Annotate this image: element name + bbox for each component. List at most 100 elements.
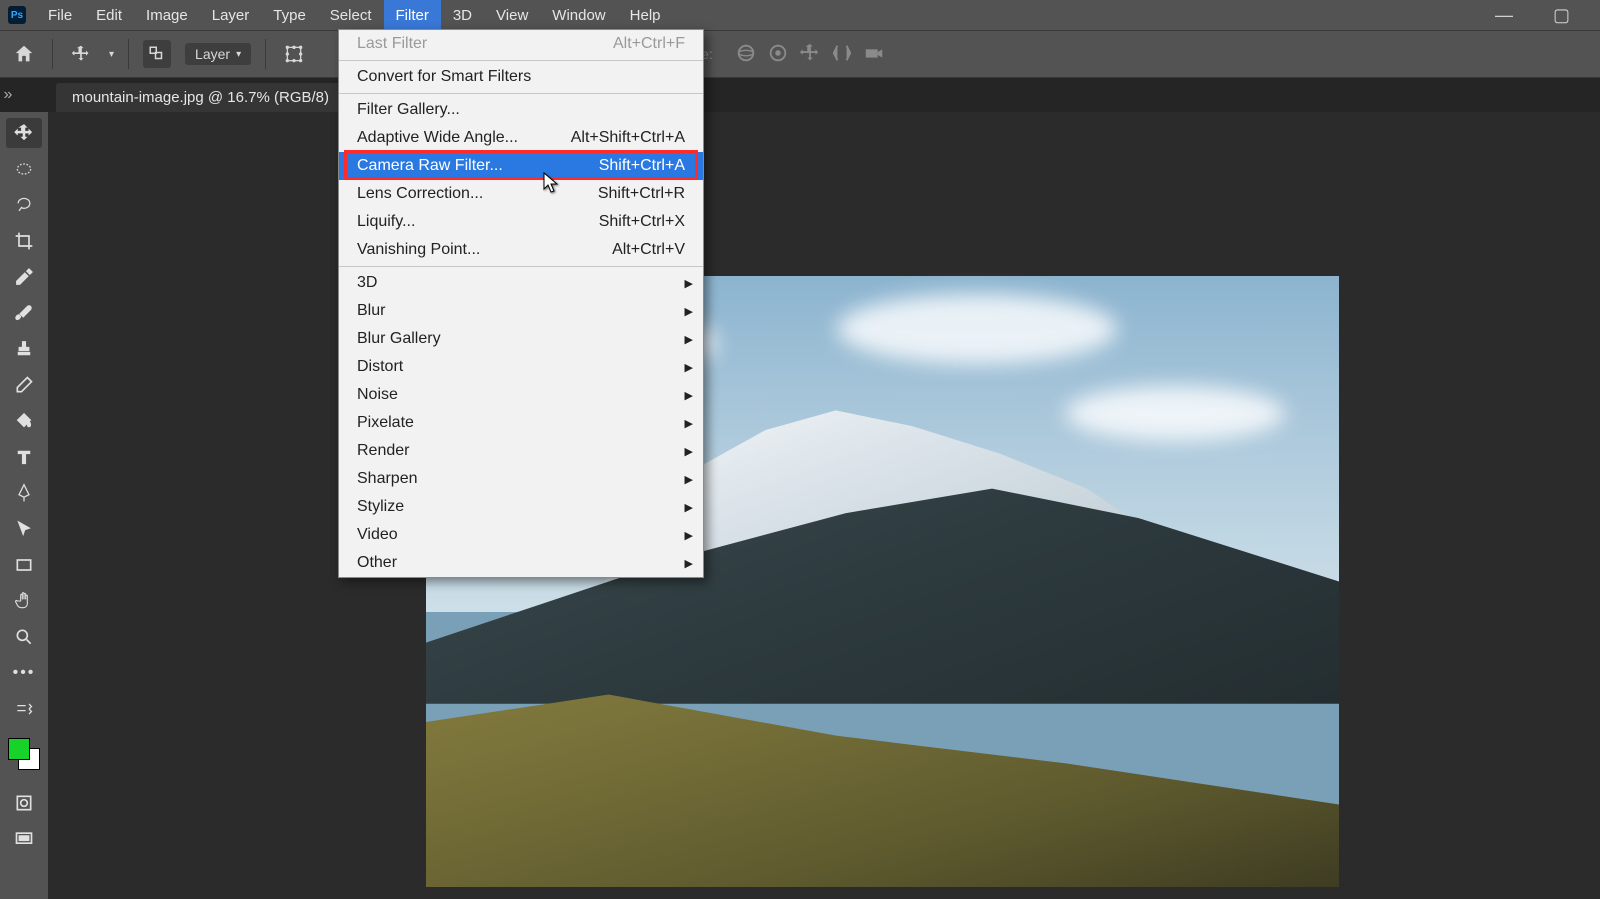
menu-item-label: Filter Gallery... bbox=[357, 101, 460, 119]
menu-file[interactable]: File bbox=[36, 0, 84, 30]
home-button[interactable] bbox=[10, 40, 38, 68]
menu-item-shortcut: Alt+Ctrl+F bbox=[613, 35, 685, 53]
zoom-tool[interactable] bbox=[6, 622, 42, 652]
transform-controls-icon[interactable] bbox=[280, 40, 308, 68]
quick-mask-icon[interactable] bbox=[6, 788, 42, 818]
canvas-area[interactable] bbox=[48, 112, 1600, 899]
menu-select[interactable]: Select bbox=[318, 0, 384, 30]
path-select-tool[interactable] bbox=[6, 514, 42, 544]
menu-image[interactable]: Image bbox=[134, 0, 200, 30]
menu-item-render[interactable]: Render▶ bbox=[339, 437, 703, 465]
menu-type[interactable]: Type bbox=[261, 0, 318, 30]
orbit-3d-icon[interactable] bbox=[735, 42, 757, 67]
more-tools[interactable]: ••• bbox=[6, 658, 42, 688]
eyedropper-tool[interactable] bbox=[6, 262, 42, 292]
submenu-arrow-icon: ▶ bbox=[685, 305, 693, 318]
menu-item-shortcut: Shift+Ctrl+X bbox=[599, 213, 685, 231]
menu-item-label: Blur bbox=[357, 302, 385, 320]
submenu-arrow-icon: ▶ bbox=[685, 389, 693, 402]
move-tool-icon[interactable] bbox=[67, 40, 95, 68]
menu-item-liquify[interactable]: Liquify... Shift+Ctrl+X bbox=[339, 208, 703, 236]
screen-mode-icon[interactable] bbox=[6, 824, 42, 854]
hand-tool[interactable] bbox=[6, 586, 42, 616]
menu-item-stylize[interactable]: Stylize ▶ bbox=[339, 493, 703, 521]
slide-3d-icon[interactable] bbox=[831, 42, 853, 67]
menu-help[interactable]: Help bbox=[618, 0, 673, 30]
menu-item-label: Convert for Smart Filters bbox=[357, 68, 531, 86]
menu-item-pixelate[interactable]: Pixelate ▶ bbox=[339, 409, 703, 437]
camera-3d-icon[interactable] bbox=[863, 42, 885, 67]
roll-3d-icon[interactable] bbox=[767, 42, 789, 67]
menu-item-camera-raw-filter[interactable]: Camera Raw Filter...Shift+Ctrl+A bbox=[339, 152, 703, 180]
menu-filter[interactable]: Filter bbox=[384, 0, 441, 30]
stamp-tool[interactable] bbox=[6, 334, 42, 364]
menu-item-label: Adaptive Wide Angle... bbox=[357, 129, 518, 147]
menu-layer[interactable]: Layer bbox=[200, 0, 262, 30]
menu-item-blur-gallery[interactable]: Blur Gallery▶ bbox=[339, 325, 703, 353]
move-tool[interactable] bbox=[6, 118, 42, 148]
menu-item-adaptive-wide-angle[interactable]: Adaptive Wide Angle...Alt+Shift+Ctrl+A bbox=[339, 124, 703, 152]
tools-panel: ••• bbox=[0, 112, 48, 899]
document-tab-bar: » mountain-image.jpg @ 16.7% (RGB/8) bbox=[0, 78, 1600, 112]
eraser-tool[interactable] bbox=[6, 370, 42, 400]
menu-edit[interactable]: Edit bbox=[84, 0, 134, 30]
menu-item-label: 3D bbox=[357, 274, 377, 292]
menu-item-label: Stylize bbox=[357, 498, 404, 516]
menu-item-label: Blur Gallery bbox=[357, 330, 441, 348]
menu-item-video[interactable]: Video ▶ bbox=[339, 521, 703, 549]
menu-item-convert-for-smart-filters[interactable]: Convert for Smart Filters bbox=[339, 63, 703, 91]
submenu-arrow-icon: ▶ bbox=[685, 417, 693, 430]
app-logo: Ps bbox=[8, 6, 26, 24]
menu-item-lens-correction[interactable]: Lens Correction... Shift+Ctrl+R bbox=[339, 180, 703, 208]
menu-item-filter-gallery[interactable]: Filter Gallery... bbox=[339, 96, 703, 124]
menu-item-3d[interactable]: 3D▶ bbox=[339, 269, 703, 297]
submenu-arrow-icon: ▶ bbox=[685, 557, 693, 570]
submenu-arrow-icon: ▶ bbox=[685, 473, 693, 486]
menu-item-label: Liquify... bbox=[357, 213, 415, 231]
menu-item-distort[interactable]: Distort▶ bbox=[339, 353, 703, 381]
auto-select-icon[interactable] bbox=[143, 40, 171, 68]
menu-window[interactable]: Window bbox=[540, 0, 617, 30]
menu-item-last-filter[interactable]: Last FilterAlt+Ctrl+F bbox=[339, 30, 703, 58]
submenu-arrow-icon: ▶ bbox=[685, 361, 693, 374]
paint-bucket-tool[interactable] bbox=[6, 406, 42, 436]
color-swatches[interactable] bbox=[6, 736, 42, 772]
crop-tool[interactable] bbox=[6, 226, 42, 256]
brush-tool[interactable] bbox=[6, 298, 42, 328]
menu-item-noise[interactable]: Noise ▶ bbox=[339, 381, 703, 409]
edit-toolbar[interactable] bbox=[6, 694, 42, 724]
menu-item-label: Lens Correction... bbox=[357, 185, 483, 203]
filter-menu-dropdown: Last FilterAlt+Ctrl+F Convert for Smart F… bbox=[338, 29, 704, 578]
menu-bar: Ps File Edit Image Layer Type Select Fil… bbox=[0, 0, 1600, 30]
window-maximize-icon[interactable]: ▢ bbox=[1553, 5, 1570, 26]
menu-3d[interactable]: 3D bbox=[441, 0, 484, 30]
menu-item-shortcut: Shift+Ctrl+R bbox=[598, 185, 685, 203]
menu-item-label: Noise bbox=[357, 386, 398, 404]
menu-item-shortcut: Alt+Ctrl+V bbox=[612, 241, 685, 259]
submenu-arrow-icon: ▶ bbox=[685, 529, 693, 542]
menu-item-sharpen[interactable]: Sharpen▶ bbox=[339, 465, 703, 493]
pen-tool[interactable] bbox=[6, 478, 42, 508]
menu-item-other[interactable]: Other ▶ bbox=[339, 549, 703, 577]
menu-item-label: Camera Raw Filter... bbox=[357, 157, 503, 175]
submenu-arrow-icon: ▶ bbox=[685, 501, 693, 514]
menu-item-label: Video bbox=[357, 526, 398, 544]
foreground-color-swatch[interactable] bbox=[8, 738, 30, 760]
options-bar: ▾ Layer ▾ 3D Mode: bbox=[0, 30, 1600, 78]
marquee-ellipse-tool[interactable] bbox=[6, 154, 42, 184]
menu-item-label: Other bbox=[357, 554, 397, 572]
rectangle-shape-tool[interactable] bbox=[6, 550, 42, 580]
dropdown-caret-icon[interactable]: ▾ bbox=[109, 49, 114, 60]
panel-handle-icon[interactable]: » bbox=[0, 78, 16, 112]
window-minimize-icon[interactable]: — bbox=[1495, 5, 1513, 26]
menu-view[interactable]: View bbox=[484, 0, 540, 30]
type-tool[interactable] bbox=[6, 442, 42, 472]
auto-select-layer-dropdown[interactable]: Layer ▾ bbox=[185, 43, 251, 65]
menu-item-blur[interactable]: Blur ▶ bbox=[339, 297, 703, 325]
lasso-tool[interactable] bbox=[6, 190, 42, 220]
menu-item-label: Pixelate bbox=[357, 414, 414, 432]
chevron-down-icon: ▾ bbox=[236, 49, 241, 60]
pan-3d-icon[interactable] bbox=[799, 42, 821, 67]
menu-item-vanishing-point[interactable]: Vanishing Point...Alt+Ctrl+V bbox=[339, 236, 703, 264]
document-tab[interactable]: mountain-image.jpg @ 16.7% (RGB/8) bbox=[56, 83, 345, 112]
